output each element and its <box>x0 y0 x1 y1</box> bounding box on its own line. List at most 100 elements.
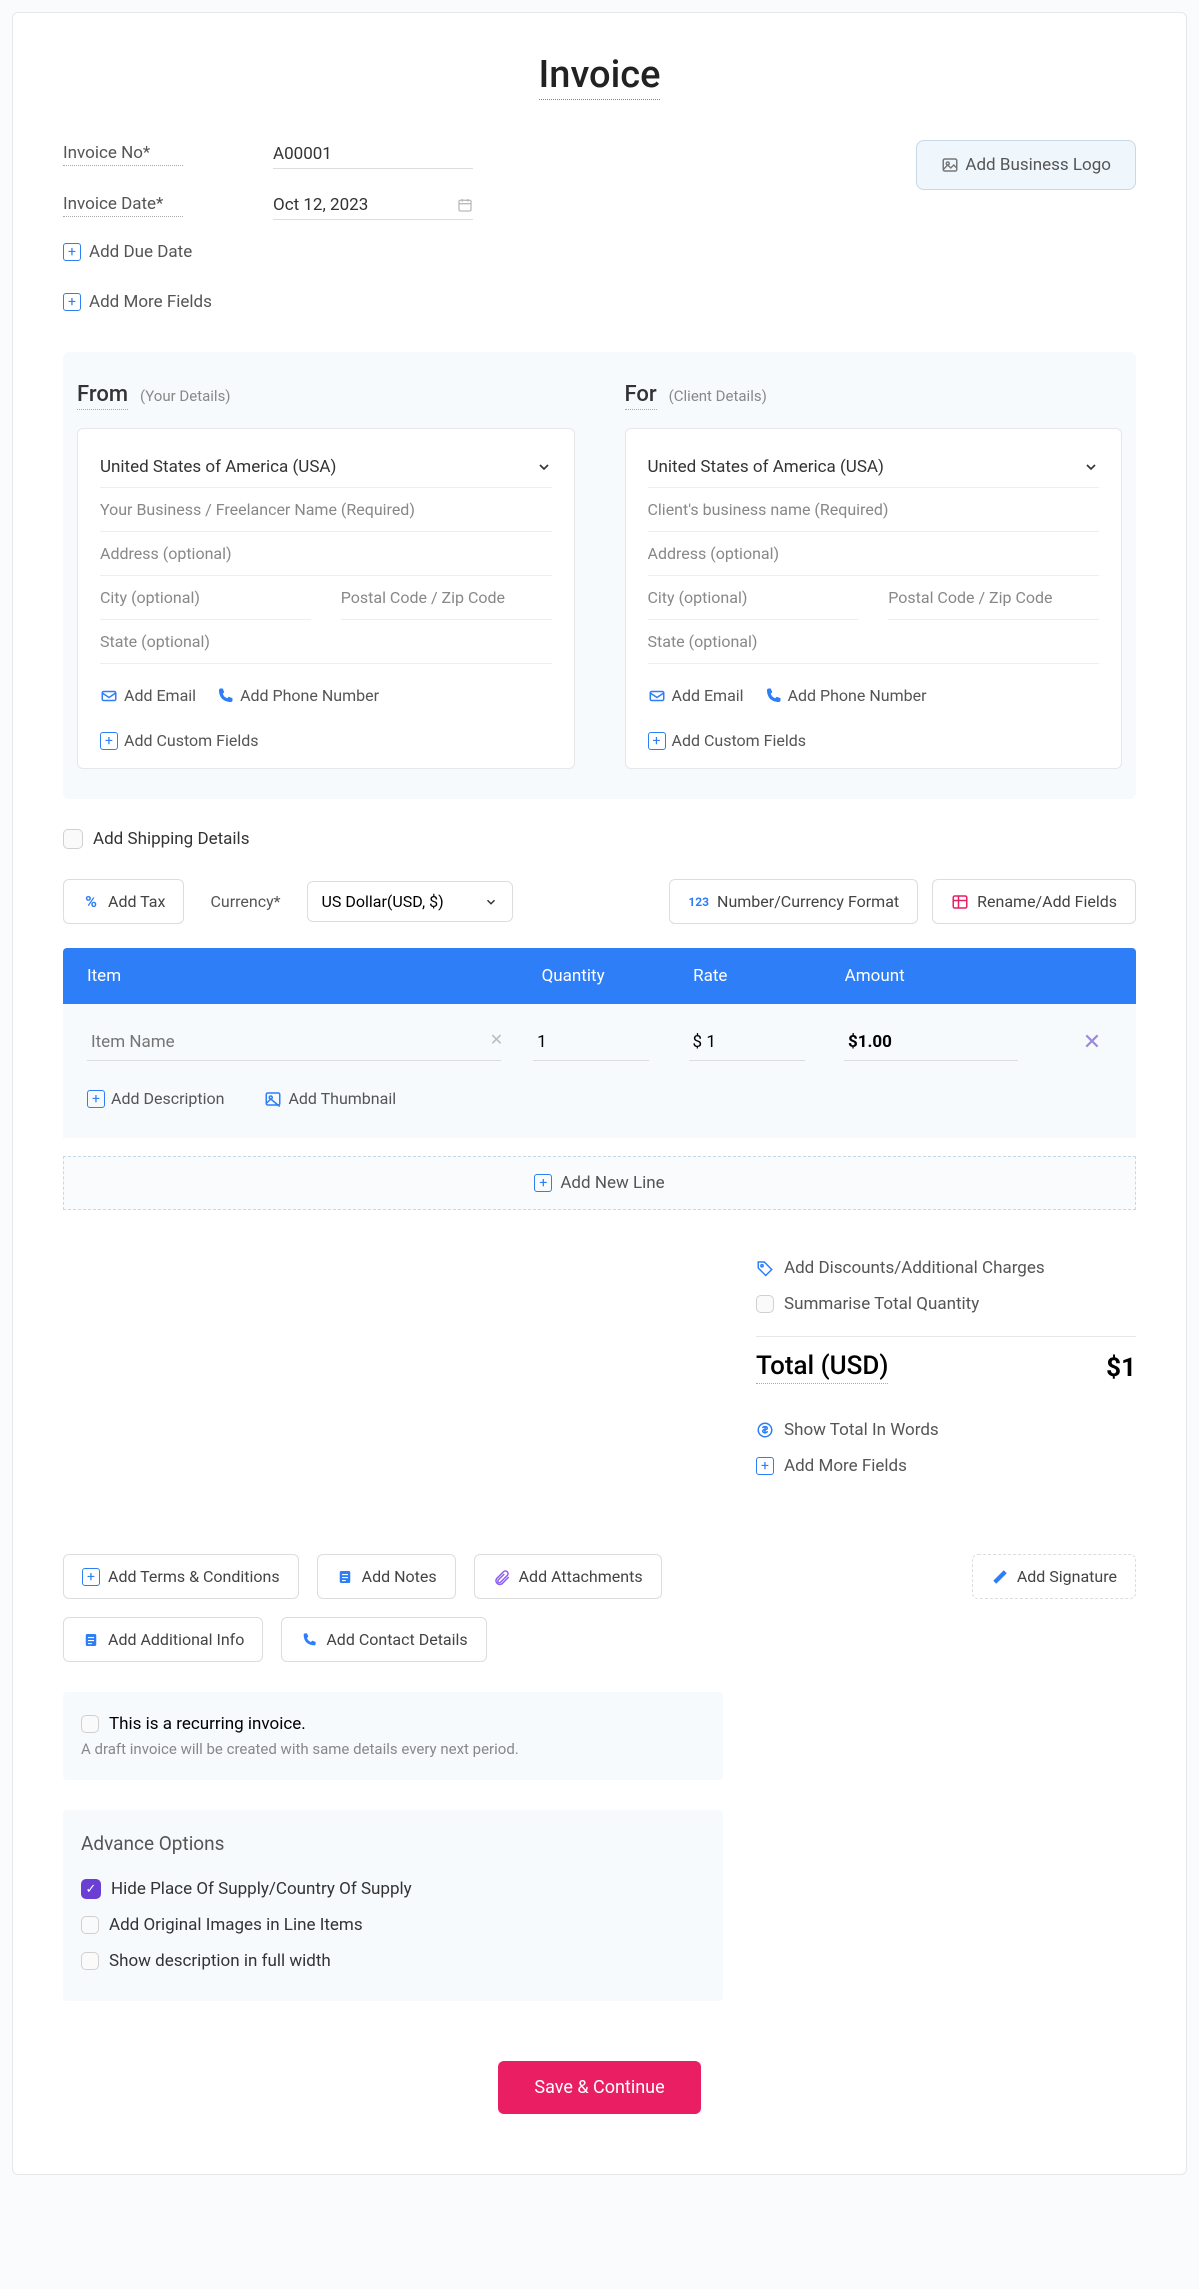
add-due-date-button[interactable]: + Add Due Date <box>63 242 916 262</box>
parties-section: From (Your Details) United States of Ame… <box>63 352 1136 799</box>
shipping-toggle-row[interactable]: Add Shipping Details <box>63 829 1136 849</box>
totals-add-more-button[interactable]: + Add More Fields <box>756 1448 1136 1484</box>
image-icon <box>941 156 959 174</box>
rate-input[interactable] <box>689 1024 805 1061</box>
clear-icon[interactable]: ✕ <box>490 1030 503 1049</box>
recurring-subtext: A draft invoice will be created with sam… <box>81 1740 705 1758</box>
for-state-input[interactable] <box>648 620 1100 664</box>
plus-icon: + <box>87 1090 105 1108</box>
from-city-input[interactable] <box>100 576 311 620</box>
checkbox[interactable] <box>81 1916 99 1934</box>
calendar-icon[interactable] <box>457 197 473 213</box>
th-rate: Rate <box>693 966 845 986</box>
add-additional-info-button[interactable]: Add Additional Info <box>63 1617 263 1662</box>
add-description-button[interactable]: + Add Description <box>87 1089 224 1108</box>
checkbox[interactable] <box>63 829 83 849</box>
from-country-select[interactable]: United States of America (USA) <box>100 447 552 488</box>
advance-opt-original-images[interactable]: Add Original Images in Line Items <box>81 1907 705 1943</box>
advance-title: Advance Options <box>81 1832 705 1855</box>
add-attachments-button[interactable]: Add Attachments <box>474 1554 662 1599</box>
chevron-down-icon <box>536 459 552 475</box>
plus-icon: + <box>648 732 666 750</box>
line-item-row: ✕ $1.00 ✕ <box>87 1024 1112 1061</box>
recurring-box: This is a recurring invoice. A draft inv… <box>63 1692 723 1780</box>
advance-opt-full-width-desc[interactable]: Show description in full width <box>81 1943 705 1979</box>
add-tax-button[interactable]: % Add Tax <box>63 879 184 924</box>
totals-section: Add Discounts/Additional Charges Summari… <box>63 1250 1136 1484</box>
for-add-email-button[interactable]: Add Email <box>648 686 744 705</box>
for-add-phone-button[interactable]: Add Phone Number <box>764 686 927 705</box>
checkbox-checked[interactable]: ✓ <box>81 1879 101 1899</box>
th-qty: Quantity <box>542 966 694 986</box>
plus-icon: + <box>534 1174 552 1192</box>
invoice-date-input[interactable] <box>273 191 433 219</box>
checkbox[interactable] <box>756 1295 774 1313</box>
phone-icon <box>764 687 782 705</box>
plus-icon: + <box>63 293 81 311</box>
from-add-email-button[interactable]: Add Email <box>100 686 196 705</box>
for-address-input[interactable] <box>648 532 1100 576</box>
add-thumbnail-button[interactable]: Add Thumbnail <box>264 1089 396 1108</box>
attachment-icon <box>493 1568 511 1586</box>
recurring-checkbox[interactable] <box>81 1715 99 1733</box>
advance-options-box: Advance Options ✓ Hide Place Of Supply/C… <box>63 1810 723 2001</box>
recurring-label: This is a recurring invoice. <box>109 1714 306 1734</box>
phone-icon <box>216 687 234 705</box>
save-continue-button[interactable]: Save & Continue <box>498 2061 700 2114</box>
total-label: Total (USD) <box>756 1351 888 1384</box>
for-name-input[interactable] <box>648 488 1100 532</box>
summarise-toggle[interactable]: Summarise Total Quantity <box>756 1286 1136 1322</box>
add-signature-button[interactable]: Add Signature <box>972 1554 1136 1599</box>
chevron-down-icon <box>484 895 498 909</box>
from-sub: (Your Details) <box>140 387 231 405</box>
from-state-input[interactable] <box>100 620 552 664</box>
add-terms-button[interactable]: + Add Terms & Conditions <box>63 1554 299 1599</box>
add-contact-details-button[interactable]: Add Contact Details <box>281 1617 486 1662</box>
th-item: Item <box>87 966 542 986</box>
add-discounts-button[interactable]: Add Discounts/Additional Charges <box>756 1250 1136 1286</box>
for-postal-input[interactable] <box>888 576 1099 620</box>
chevron-down-icon <box>1083 459 1099 475</box>
add-new-line-button[interactable]: + Add New Line <box>63 1156 1136 1210</box>
from-postal-input[interactable] <box>341 576 552 620</box>
for-add-custom-button[interactable]: + Add Custom Fields <box>648 731 807 750</box>
extras-grid: + Add Terms & Conditions Add Notes Add A… <box>63 1554 1136 1599</box>
invoice-no-input[interactable] <box>273 140 473 169</box>
plus-icon: + <box>82 1568 100 1586</box>
from-name-input[interactable] <box>100 488 552 532</box>
pen-icon <box>991 1568 1009 1586</box>
number-icon: 123 <box>688 895 709 909</box>
for-party: For (Client Details) United States of Am… <box>625 382 1123 769</box>
plus-icon: + <box>63 243 81 261</box>
toolbar: % Add Tax Currency* US Dollar(USD, $) 12… <box>63 879 1136 924</box>
show-total-words-button[interactable]: Show Total In Words <box>756 1412 1136 1448</box>
amount-value: $1.00 <box>844 1024 1018 1061</box>
tag-icon <box>756 1259 774 1277</box>
remove-line-button[interactable]: ✕ <box>1072 1030 1112 1055</box>
from-address-input[interactable] <box>100 532 552 576</box>
invoice-no-label: Invoice No* <box>63 143 183 166</box>
item-name-input[interactable] <box>87 1024 501 1061</box>
from-add-custom-button[interactable]: + Add Custom Fields <box>100 731 259 750</box>
checkbox[interactable] <box>81 1952 99 1970</box>
notes-icon <box>82 1631 100 1649</box>
for-heading: For <box>625 382 657 410</box>
rename-fields-button[interactable]: Rename/Add Fields <box>932 879 1136 924</box>
currency-select[interactable]: US Dollar(USD, $) <box>307 881 513 922</box>
add-more-fields-button[interactable]: + Add More Fields <box>63 292 916 312</box>
add-logo-button[interactable]: Add Business Logo <box>916 140 1136 190</box>
from-add-phone-button[interactable]: Add Phone Number <box>216 686 379 705</box>
mail-icon <box>100 687 118 705</box>
for-city-input[interactable] <box>648 576 859 620</box>
number-format-button[interactable]: 123 Number/Currency Format <box>669 879 918 924</box>
percent-icon: % <box>82 893 100 911</box>
notes-icon <box>336 1568 354 1586</box>
from-party: From (Your Details) United States of Ame… <box>77 382 575 769</box>
th-amount: Amount <box>845 966 1072 986</box>
qty-input[interactable] <box>533 1024 649 1061</box>
advance-opt-hide-place[interactable]: ✓ Hide Place Of Supply/Country Of Supply <box>81 1871 705 1907</box>
table-body: ✕ $1.00 ✕ + Add Description Add Thumbnai… <box>63 1004 1136 1138</box>
add-notes-button[interactable]: Add Notes <box>317 1554 456 1599</box>
for-country-select[interactable]: United States of America (USA) <box>648 447 1100 488</box>
table-icon <box>951 893 969 911</box>
